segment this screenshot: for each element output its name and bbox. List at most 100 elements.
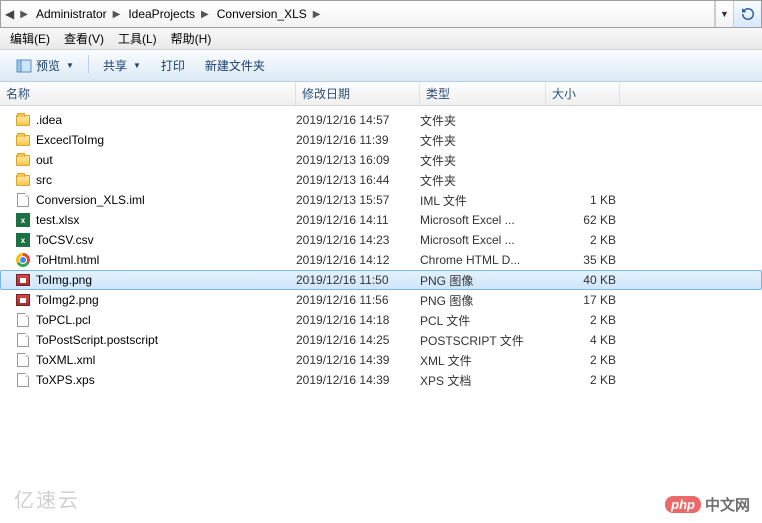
watermark-right: php 中文网	[665, 494, 750, 515]
menu-view[interactable]: 查看(V)	[58, 28, 110, 49]
file-row[interactable]: ToImg2.png2019/12/16 11:56PNG 图像17 KB	[0, 290, 762, 310]
preview-button[interactable]: 预览 ▼	[8, 54, 82, 77]
file-date: 2019/12/16 14:39	[296, 353, 420, 367]
chevron-down-icon: ▼	[133, 61, 141, 70]
file-row[interactable]: Conversion_XLS.iml2019/12/13 15:57IML 文件…	[0, 190, 762, 210]
file-name: Conversion_XLS.iml	[36, 193, 296, 207]
file-name: ToPCL.pcl	[36, 313, 296, 327]
file-row[interactable]: ToImg.png2019/12/16 11:50PNG 图像40 KB	[0, 270, 762, 290]
menu-tools[interactable]: 工具(L)	[112, 28, 163, 49]
breadcrumb-segment[interactable]: Conversion_XLS	[211, 1, 311, 27]
file-row[interactable]: ToHtml.html2019/12/16 14:12Chrome HTML D…	[0, 250, 762, 270]
chevron-right-icon[interactable]: ▶	[199, 9, 211, 20]
chevron-right-icon[interactable]: ▶	[311, 9, 323, 20]
watermark-left: 亿速云	[14, 484, 80, 513]
print-button[interactable]: 打印	[153, 54, 193, 77]
file-type: 文件夹	[420, 132, 546, 149]
file-row[interactable]: ToPCL.pcl2019/12/16 14:18PCL 文件2 KB	[0, 310, 762, 330]
chevron-right-icon[interactable]: ▶	[111, 9, 123, 20]
share-button[interactable]: 共享 ▼	[95, 54, 149, 77]
file-name: .idea	[36, 113, 296, 127]
file-row[interactable]: ToXPS.xps2019/12/16 14:39XPS 文档2 KB	[0, 370, 762, 390]
excel-icon: x	[14, 212, 32, 228]
file-name: ToImg2.png	[36, 293, 296, 307]
folder-icon	[14, 132, 32, 148]
file-size: 2 KB	[546, 373, 616, 387]
file-name: ExceclToImg	[36, 133, 296, 147]
column-header-date[interactable]: 修改日期	[296, 82, 420, 105]
refresh-button[interactable]	[733, 1, 761, 27]
breadcrumb-segment[interactable]: IdeaProjects	[122, 1, 199, 27]
file-date: 2019/12/16 14:57	[296, 113, 420, 127]
file-date: 2019/12/16 14:11	[296, 213, 420, 227]
file-type: POSTSCRIPT 文件	[420, 332, 546, 349]
file-row[interactable]: ExceclToImg2019/12/16 11:39文件夹	[0, 130, 762, 150]
breadcrumb-segment[interactable]: Administrator	[30, 1, 111, 27]
chevron-down-icon: ▼	[66, 61, 74, 70]
menu-bar: 编辑(E) 查看(V) 工具(L) 帮助(H)	[0, 28, 762, 50]
menu-help[interactable]: 帮助(H)	[165, 28, 218, 49]
file-type: PNG 图像	[420, 292, 546, 309]
chrome-icon	[14, 252, 32, 268]
file-icon	[14, 332, 32, 348]
new-folder-button[interactable]: 新建文件夹	[197, 54, 273, 77]
file-row[interactable]: src2019/12/13 16:44文件夹	[0, 170, 762, 190]
file-type: XPS 文档	[420, 372, 546, 389]
file-icon	[14, 312, 32, 328]
file-name: ToHtml.html	[36, 253, 296, 267]
file-date: 2019/12/16 14:23	[296, 233, 420, 247]
file-type: Microsoft Excel ...	[420, 233, 546, 247]
file-date: 2019/12/16 11:56	[296, 293, 420, 307]
address-dropdown[interactable]: ▼	[715, 1, 733, 27]
file-size: 17 KB	[546, 293, 616, 307]
file-date: 2019/12/16 11:39	[296, 133, 420, 147]
menu-edit[interactable]: 编辑(E)	[4, 28, 56, 49]
file-row[interactable]: ToPostScript.postscript2019/12/16 14:25P…	[0, 330, 762, 350]
file-size: 40 KB	[546, 273, 616, 287]
column-headers: 名称 修改日期 类型 大小	[0, 82, 762, 106]
file-size: 2 KB	[546, 233, 616, 247]
image-icon	[14, 292, 32, 308]
file-name: src	[36, 173, 296, 187]
excel-icon: x	[14, 232, 32, 248]
file-type: XML 文件	[420, 352, 546, 369]
file-size: 62 KB	[546, 213, 616, 227]
file-name: test.xlsx	[36, 213, 296, 227]
file-icon	[14, 192, 32, 208]
file-type: Microsoft Excel ...	[420, 213, 546, 227]
file-row[interactable]: x test.xlsx2019/12/16 14:11Microsoft Exce…	[0, 210, 762, 230]
chevron-right-icon[interactable]: ▶	[18, 9, 30, 20]
file-date: 2019/12/16 14:39	[296, 373, 420, 387]
file-row[interactable]: ToXML.xml2019/12/16 14:39XML 文件2 KB	[0, 350, 762, 370]
watermark-pill: php	[665, 496, 701, 513]
file-type: PCL 文件	[420, 312, 546, 329]
toolbar: 预览 ▼ 共享 ▼ 打印 新建文件夹	[0, 50, 762, 82]
file-size: 35 KB	[546, 253, 616, 267]
file-row[interactable]: out2019/12/13 16:09文件夹	[0, 150, 762, 170]
file-size: 2 KB	[546, 313, 616, 327]
back-chevron-icon[interactable]: ◀	[1, 7, 18, 21]
file-icon	[14, 352, 32, 368]
file-date: 2019/12/16 11:50	[296, 273, 420, 287]
breadcrumb[interactable]: ◀ ▶ Administrator ▶ IdeaProjects ▶ Conve…	[1, 1, 715, 27]
file-row[interactable]: .idea2019/12/16 14:57文件夹	[0, 110, 762, 130]
file-size: 2 KB	[546, 353, 616, 367]
folder-icon	[14, 172, 32, 188]
file-icon	[14, 372, 32, 388]
file-name: out	[36, 153, 296, 167]
file-type: Chrome HTML D...	[420, 253, 546, 267]
file-date: 2019/12/13 15:57	[296, 193, 420, 207]
folder-icon	[14, 152, 32, 168]
column-header-name[interactable]: 名称	[0, 82, 296, 105]
refresh-icon	[741, 7, 755, 21]
file-date: 2019/12/16 14:25	[296, 333, 420, 347]
file-name: ToXML.xml	[36, 353, 296, 367]
column-header-size[interactable]: 大小	[546, 82, 620, 105]
file-date: 2019/12/13 16:09	[296, 153, 420, 167]
file-name: ToCSV.csv	[36, 233, 296, 247]
image-icon	[14, 272, 32, 288]
file-row[interactable]: x ToCSV.csv2019/12/16 14:23Microsoft Exce…	[0, 230, 762, 250]
column-header-type[interactable]: 类型	[420, 82, 546, 105]
address-bar: ◀ ▶ Administrator ▶ IdeaProjects ▶ Conve…	[0, 0, 762, 28]
file-size: 1 KB	[546, 193, 616, 207]
